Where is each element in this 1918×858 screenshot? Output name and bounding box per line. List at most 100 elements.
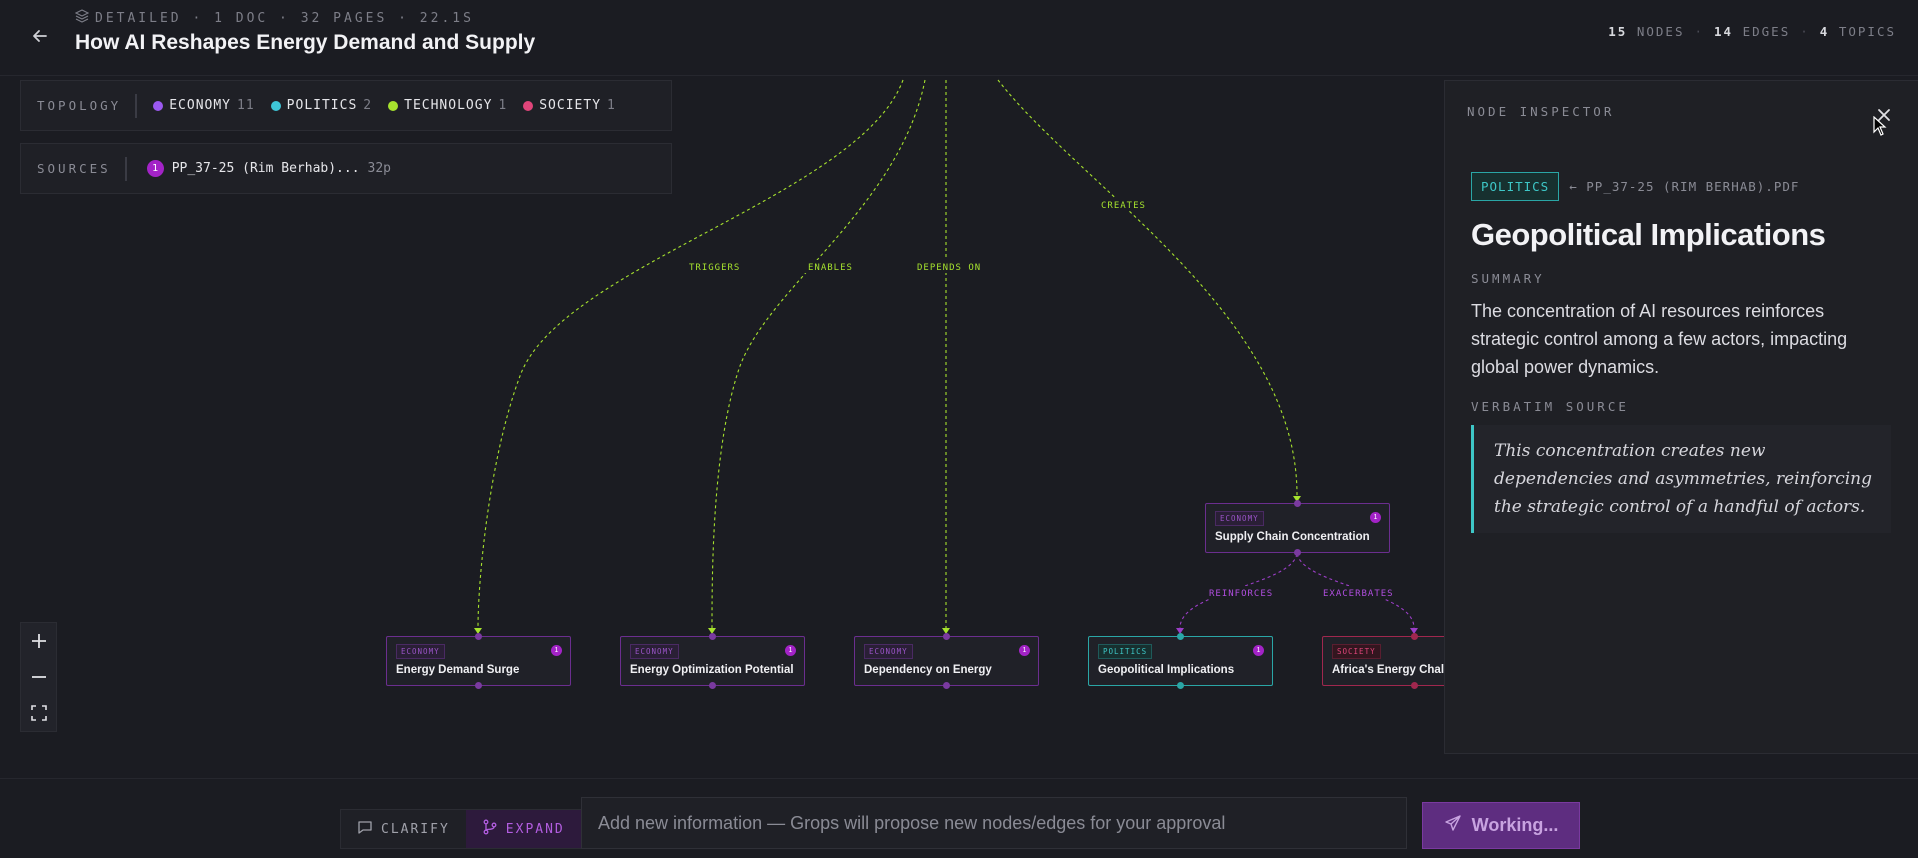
node-supply-chain-concentration[interactable]: ECONOMY 1 Supply Chain Concentration	[1205, 500, 1390, 556]
node-port[interactable]	[1411, 633, 1418, 640]
topic-color-dot	[523, 100, 534, 111]
chat-bubble-icon	[357, 819, 373, 839]
nodes-label: NODES	[1636, 24, 1685, 39]
topic-count: 11	[237, 98, 255, 113]
topic-color-dot	[270, 100, 281, 111]
edges-label: EDGES	[1742, 24, 1791, 39]
edge-enables	[711, 79, 926, 629]
node-label: Dependency on Energy	[864, 664, 992, 676]
node-topic-tag: POLITICS	[1098, 644, 1153, 659]
node-source-badge: 1	[1019, 645, 1030, 656]
edge-label-exacerbates: EXACERBATES	[1323, 589, 1394, 599]
source-pages: 32p	[367, 161, 392, 176]
node-inspector: NODE INSPECTOR POLITICS ← PP_37-25 (RIM …	[1444, 80, 1918, 754]
topics-label: TOPICS	[1838, 24, 1896, 39]
node-topic-tag: ECONOMY	[864, 644, 913, 659]
node-port[interactable]	[943, 633, 950, 640]
mode-tabs: CLARIFY EXPAND	[340, 809, 582, 849]
topology-label: TOPOLOGY	[21, 93, 138, 118]
send-icon	[1444, 814, 1462, 837]
clarify-tab[interactable]: CLARIFY	[341, 810, 466, 848]
back-arrow-icon[interactable]	[28, 24, 52, 48]
meta-text: DETAILED · 1 DOC · 32 PAGES · 22.1S	[95, 10, 474, 26]
node-topic-tag: SOCIETY	[1332, 644, 1381, 659]
node-port[interactable]	[709, 633, 716, 640]
topics-count: 4	[1819, 24, 1830, 39]
node-source-badge: 1	[1253, 645, 1264, 656]
zoom-out-icon[interactable]	[20, 659, 57, 695]
topic-count: 1	[498, 98, 508, 113]
topic-chip-society[interactable]: SOCIETY 1	[523, 98, 616, 113]
node-label: Geopolitical Implications	[1098, 664, 1235, 676]
inspector-tag-row: POLITICS ← PP_37-25 (RIM BERHAB).PDF	[1471, 172, 1799, 201]
topic-color-dot	[388, 100, 399, 111]
node-energy-demand-surge[interactable]: ECONOMY 1 Energy Demand Surge	[386, 633, 571, 689]
edge-label-creates: CREATES	[1101, 201, 1146, 211]
submit-button[interactable]: Working...	[1422, 802, 1580, 849]
verbatim-label: VERBATIM SOURCE	[1471, 399, 1629, 414]
summary-label: SUMMARY	[1471, 271, 1545, 286]
node-energy-optimization-potential[interactable]: ECONOMY 1 Energy Optimization Potential	[620, 633, 805, 689]
source-name: PP_37-25 (Rim Berhab)...	[171, 161, 360, 176]
nodes-count: 15	[1608, 24, 1628, 39]
zoom-in-icon[interactable]	[20, 623, 57, 659]
node-port[interactable]	[475, 682, 482, 689]
node-label: Energy Demand Surge	[396, 664, 520, 676]
prompt-input[interactable]	[598, 812, 1406, 834]
topic-count: 1	[607, 98, 616, 113]
node-port[interactable]	[709, 682, 716, 689]
summary-text: The concentration of AI resources reinfo…	[1471, 301, 1848, 377]
mouse-cursor-icon	[1873, 115, 1887, 141]
top-header: DETAILED · 1 DOC · 32 PAGES · 22.1S How …	[0, 0, 1918, 76]
node-port[interactable]	[1294, 500, 1301, 507]
verbatim-quote: This concentration creates new dependenc…	[1471, 425, 1891, 533]
topic-name: SOCIETY	[539, 98, 602, 113]
topic-chip-technology[interactable]: TECHNOLOGY 1	[388, 98, 507, 113]
sources-label: SOURCES	[21, 156, 127, 181]
node-label: Supply Chain Concentration	[1215, 531, 1370, 543]
prompt-field[interactable]	[581, 797, 1407, 849]
topic-name: POLITICS	[286, 98, 358, 113]
layers-icon	[74, 9, 90, 27]
node-port[interactable]	[943, 682, 950, 689]
graph-meta: DETAILED · 1 DOC · 32 PAGES · 22.1S	[74, 9, 474, 27]
edges-count: 14	[1714, 24, 1734, 39]
git-branch-icon	[482, 819, 498, 839]
edge-label-depends-on: DEPENDS ON	[917, 263, 981, 273]
node-port[interactable]	[1411, 682, 1418, 689]
topology-panel: TOPOLOGY ECONOMY 11 POLITICS 2 TECHNOLOG…	[20, 80, 672, 131]
inspector-title: NODE INSPECTOR	[1467, 104, 1615, 119]
clarify-label: CLARIFY	[381, 821, 450, 837]
node-topic-tag: ECONOMY	[396, 644, 445, 659]
edge-label-reinforces: REINFORCES	[1209, 589, 1273, 599]
sources-panel: SOURCES 1 PP_37-25 (Rim Berhab)... 32p	[20, 143, 672, 194]
topic-chip-economy[interactable]: ECONOMY 11	[153, 98, 254, 113]
node-port[interactable]	[1294, 549, 1301, 556]
topic-chip-politics[interactable]: POLITICS 2	[270, 98, 373, 113]
node-topic-tag: ECONOMY	[630, 644, 679, 659]
source-number-badge: 1	[146, 160, 164, 177]
node-port[interactable]	[475, 633, 482, 640]
node-port[interactable]	[1177, 633, 1184, 640]
edge-label-enables: ENABLES	[808, 263, 853, 273]
node-dependency-on-energy[interactable]: ECONOMY 1 Dependency on Energy	[854, 633, 1039, 689]
bottom-bar: CLARIFY EXPAND Working...	[0, 778, 1918, 858]
node-source-badge: 1	[1370, 512, 1381, 523]
topic-name: ECONOMY	[169, 98, 232, 113]
node-title: Geopolitical Implications	[1471, 217, 1826, 252]
page-title: How AI Reshapes Energy Demand and Supply	[75, 31, 536, 54]
expand-tab[interactable]: EXPAND	[465, 810, 581, 848]
source-chip[interactable]: 1 PP_37-25 (Rim Berhab)... 32p	[146, 160, 392, 177]
source-reference[interactable]: ← PP_37-25 (RIM BERHAB).PDF	[1569, 179, 1799, 194]
graph-stats: 15 NODES · 14 EDGES · 4 TOPICS	[1608, 24, 1896, 39]
topic-count: 2	[363, 98, 373, 113]
submit-label: Working...	[1471, 815, 1559, 835]
node-geopolitical-implications[interactable]: POLITICS 1 Geopolitical Implications	[1088, 633, 1273, 689]
node-port[interactable]	[1177, 682, 1184, 689]
fit-view-icon[interactable]	[20, 695, 57, 731]
topic-color-dot	[153, 100, 164, 111]
edge-label-triggers: TRIGGERS	[689, 263, 740, 273]
node-topic-tag: ECONOMY	[1215, 511, 1264, 526]
topic-tag: POLITICS	[1471, 172, 1560, 201]
node-source-badge: 1	[551, 645, 562, 656]
